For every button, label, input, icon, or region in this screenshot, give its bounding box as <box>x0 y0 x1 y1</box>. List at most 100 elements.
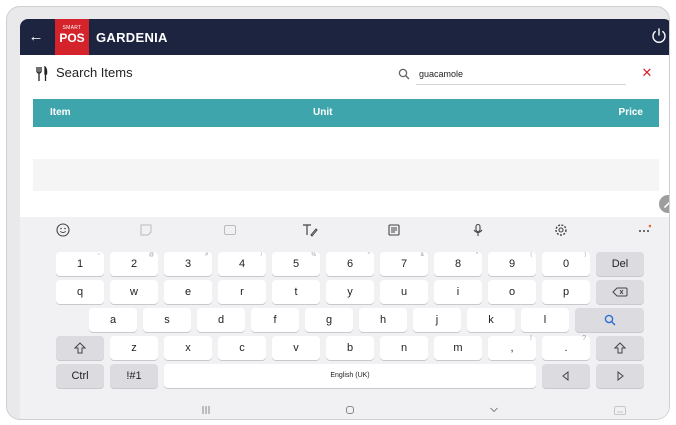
keyboard-toolbar <box>20 217 669 247</box>
close-icon[interactable]: ✕ <box>640 65 654 81</box>
home-icon[interactable] <box>342 402 358 418</box>
recent-apps-icon[interactable] <box>198 402 214 418</box>
search-icon <box>398 68 410 80</box>
key-j[interactable]: j <box>413 308 461 332</box>
key-comma[interactable]: ,! <box>488 335 536 360</box>
key-z[interactable]: z <box>110 336 158 360</box>
key-hint: ^ <box>367 252 370 258</box>
key-label: 7 <box>400 258 408 270</box>
key-g[interactable]: g <box>305 308 353 332</box>
hide-keyboard-icon[interactable] <box>486 402 502 418</box>
power-icon[interactable] <box>650 27 668 45</box>
settings-icon[interactable] <box>551 223 571 241</box>
symbols-key[interactable]: !#1 <box>110 364 158 388</box>
key-0[interactable]: 0) <box>542 252 590 276</box>
key-6[interactable]: 6 ^ <box>326 252 374 276</box>
arrow-left-icon <box>562 370 569 382</box>
key-4[interactable]: 4/ <box>218 252 266 276</box>
keyboard-icon[interactable] <box>612 402 628 418</box>
mic-icon[interactable] <box>468 223 488 241</box>
edit-fab[interactable] <box>659 195 669 213</box>
key-3[interactable]: 3 # <box>164 252 212 276</box>
key-i[interactable]: i <box>434 280 482 304</box>
shift-icon <box>73 342 87 354</box>
key-label: 8 <box>454 258 462 270</box>
space-bar[interactable]: English (UK) <box>164 364 536 388</box>
key-label: 9 <box>508 258 516 270</box>
shift-key-right[interactable] <box>596 336 644 360</box>
cursor-right-key[interactable] <box>596 364 644 388</box>
key-hint: / <box>260 252 262 258</box>
back-arrow-icon[interactable]: ← <box>26 27 46 47</box>
gif-icon[interactable] <box>220 223 240 241</box>
key-r[interactable]: r <box>218 280 266 304</box>
table-row <box>33 159 659 191</box>
key-label: 5 <box>292 258 300 270</box>
search-key[interactable] <box>575 308 644 332</box>
key-n[interactable]: n <box>380 336 428 360</box>
key-9[interactable]: 9( <box>488 252 536 276</box>
clipboard-icon[interactable] <box>384 223 404 241</box>
table-header: Item Unit Price <box>33 99 659 127</box>
key-a[interactable]: a <box>89 308 137 332</box>
key-hint: ) <box>584 252 586 258</box>
key-y[interactable]: y <box>326 280 374 304</box>
column-header-unit: Unit <box>313 107 333 118</box>
key-x[interactable]: x <box>164 336 212 360</box>
column-header-item: Item <box>50 107 71 118</box>
key-2[interactable]: 2 @ <box>110 252 158 276</box>
key-s[interactable]: s <box>143 308 191 332</box>
key-hint: ( <box>530 252 532 258</box>
key-label: 1 <box>76 258 84 270</box>
more-icon[interactable] <box>634 223 654 241</box>
key-v[interactable]: v <box>272 336 320 360</box>
emoji-icon[interactable] <box>53 223 73 241</box>
key-label: 2 <box>130 258 138 270</box>
key-hint: ~ <box>97 252 100 258</box>
key-hint: % <box>311 252 316 258</box>
search-input[interactable] <box>416 63 626 85</box>
key-w[interactable]: w <box>110 280 158 304</box>
key-label: 3 <box>184 258 192 270</box>
cursor-left-key[interactable] <box>542 364 590 388</box>
app-logo: SMART POS <box>55 19 89 55</box>
key-label: 4 <box>238 258 246 270</box>
key-d[interactable]: d <box>197 308 245 332</box>
pencil-icon <box>664 201 669 208</box>
key-e[interactable]: e <box>164 280 212 304</box>
column-header-price: Price <box>618 107 643 118</box>
tablet-frame: ← SMART POS GARDENIA Search Items guacam… <box>6 6 670 420</box>
key-hint: ? <box>582 335 586 342</box>
key-hint: # <box>205 252 208 258</box>
key-period[interactable]: .? <box>542 335 590 360</box>
handwriting-icon[interactable] <box>300 223 320 241</box>
backspace-key[interactable] <box>596 280 644 304</box>
key-7[interactable]: 7 & <box>380 252 428 276</box>
key-p[interactable]: p <box>542 280 590 304</box>
key-5[interactable]: 5% <box>272 252 320 276</box>
key-o[interactable]: o <box>488 280 536 304</box>
key-1[interactable]: 1 ~ <box>56 252 104 276</box>
key-l[interactable]: l <box>521 308 569 332</box>
key-k[interactable]: k <box>467 308 515 332</box>
key-h[interactable]: h <box>359 308 407 332</box>
key-f[interactable]: f <box>251 308 299 332</box>
shift-key[interactable] <box>56 336 104 360</box>
top-bar: ← SMART POS GARDENIA <box>20 19 669 55</box>
ctrl-key[interactable]: Ctrl <box>56 364 104 388</box>
arrow-right-icon <box>617 370 624 382</box>
key-c[interactable]: c <box>218 336 266 360</box>
key-b[interactable]: b <box>326 336 374 360</box>
app-screen: ← SMART POS GARDENIA Search Items guacam… <box>20 19 669 419</box>
key-m[interactable]: m <box>434 336 482 360</box>
key-label: 0 <box>562 258 570 270</box>
delete-key[interactable]: Del <box>596 252 644 276</box>
key-u[interactable]: u <box>380 280 428 304</box>
sticker-icon[interactable] <box>136 223 156 241</box>
shift-icon <box>613 342 627 354</box>
key-8[interactable]: 8 * <box>434 252 482 276</box>
key-q[interactable]: q <box>56 280 104 304</box>
search-row: Search Items ✕ <box>20 55 669 95</box>
logo-text: POS <box>59 31 85 45</box>
key-t[interactable]: t <box>272 280 320 304</box>
